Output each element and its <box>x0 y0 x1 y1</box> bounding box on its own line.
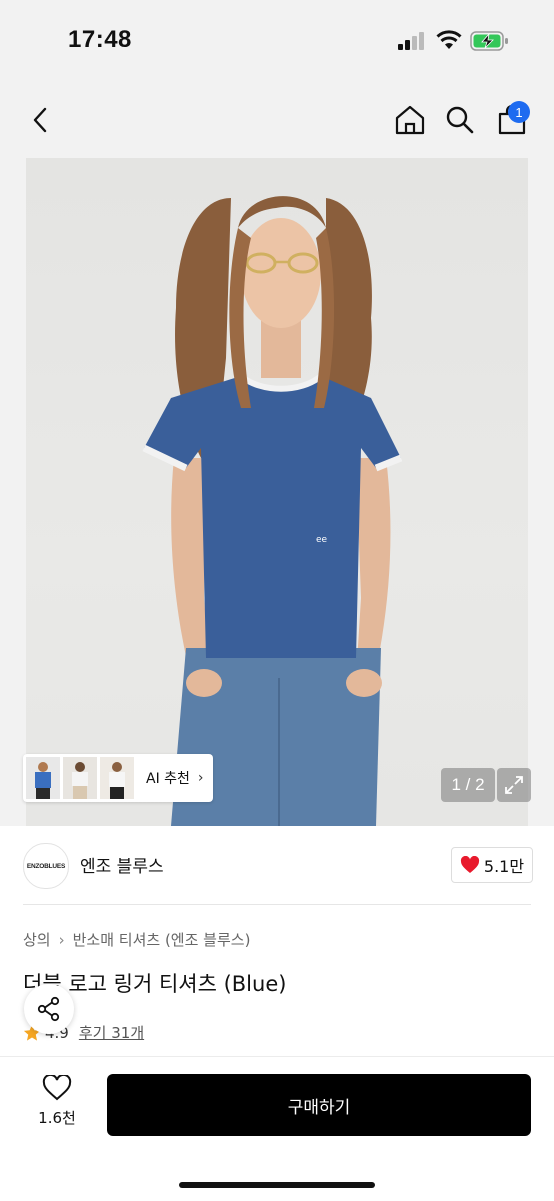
chevron-right-icon: › <box>58 930 65 949</box>
image-counter: 1 / 2 <box>441 768 495 802</box>
status-bar: 17:48 <box>0 0 554 80</box>
share-button[interactable] <box>24 984 74 1034</box>
chevron-right-icon: › <box>197 770 204 786</box>
signal-icon <box>398 32 424 50</box>
review-link[interactable]: 후기 31개 <box>79 1022 144 1043</box>
expand-icon <box>505 776 523 794</box>
brand-logo[interactable]: ENZOBLUES <box>23 843 69 889</box>
home-button[interactable] <box>392 102 428 138</box>
search-icon <box>446 106 474 134</box>
brand-like-count: 5.1만 <box>483 857 525 876</box>
expand-button[interactable] <box>497 768 531 802</box>
top-navigation <box>0 80 554 158</box>
home-indicator <box>179 1182 375 1188</box>
home-icon <box>395 105 425 135</box>
bottom-action-bar: 1.6천 구매하기 <box>0 1056 554 1201</box>
chevron-left-icon <box>33 107 47 133</box>
product-image[interactable]: ee <box>26 158 528 826</box>
wishlist-count: 1.6천 <box>38 1109 76 1127</box>
model-photo: ee <box>142 196 403 826</box>
status-time: 17:48 <box>68 26 132 53</box>
thumbnail-1[interactable] <box>26 757 60 799</box>
product-info: ENZOBLUES 엔조 블루스 5.1만 상의 › 반소매 티셔츠 (엔조 블… <box>0 826 554 1056</box>
battery-charging-icon <box>470 31 508 51</box>
breadcrumb-subcategory[interactable]: 반소매 티셔츠 (엔조 블루스) <box>73 929 251 950</box>
divider <box>23 904 531 905</box>
brand-like-button[interactable]: 5.1만 <box>451 847 533 883</box>
thumbnail-3[interactable] <box>100 757 134 799</box>
buy-button[interactable]: 구매하기 <box>107 1074 531 1136</box>
thumbnail-2[interactable] <box>63 757 97 799</box>
wifi-icon <box>436 30 462 49</box>
svg-text:ee: ee <box>316 535 328 545</box>
brand-name[interactable]: 엔조 블루스 <box>80 852 164 877</box>
ai-recommend-button[interactable]: AI 추천 › <box>23 754 213 802</box>
wishlist-button[interactable]: 1.6천 <box>22 1075 92 1135</box>
breadcrumb-category[interactable]: 상의 <box>23 929 51 950</box>
breadcrumb: 상의 › 반소매 티셔츠 (엔조 블루스) <box>23 929 250 950</box>
cart-count-badge: 1 <box>508 101 530 123</box>
ai-recommend-label: AI 추천 <box>146 771 190 787</box>
heart-outline-icon <box>42 1075 72 1101</box>
share-icon <box>37 996 60 1022</box>
search-button[interactable] <box>442 102 478 138</box>
back-button[interactable] <box>22 102 58 138</box>
heart-filled-icon <box>460 856 479 873</box>
